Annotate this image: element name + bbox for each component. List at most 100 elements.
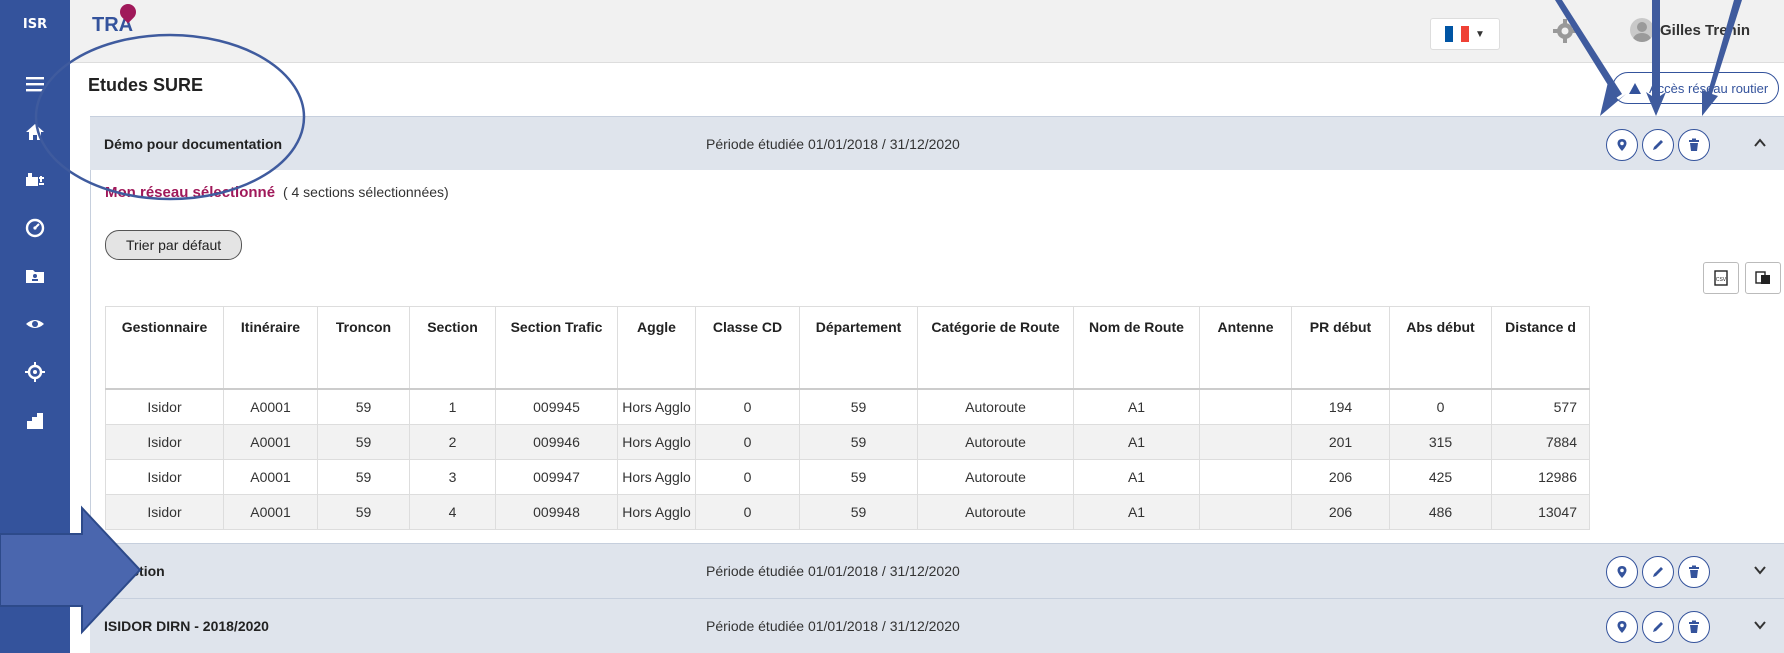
stairs-icon[interactable] [0, 400, 70, 440]
column-header[interactable]: Troncon [317, 306, 410, 390]
user-menu[interactable]: Gilles Trenin [1630, 18, 1750, 42]
caret-down-icon: ▼ [1475, 28, 1485, 40]
column-header[interactable]: Section Trafic [495, 306, 618, 390]
edit-study-button[interactable] [1642, 611, 1674, 643]
table-cell: 0 [695, 459, 800, 495]
pencil-icon [1653, 622, 1663, 632]
export-csv-button[interactable]: CSV [1703, 262, 1739, 294]
column-header[interactable]: Département [799, 306, 918, 390]
table-row[interactable]: Isidor A0001 59 1 009945 Hors Agglo 0 59… [105, 388, 1590, 425]
column-header[interactable]: Antenne [1199, 306, 1292, 390]
table-cell: Hors Agglo [617, 424, 696, 460]
table-row[interactable]: Isidor A0001 59 3 009947 Hors Agglo 0 59… [105, 459, 1590, 495]
chevron-down-icon[interactable] [1752, 562, 1768, 578]
network-icon[interactable] [0, 160, 70, 200]
road-access-button[interactable]: Accès réseau routier [1612, 72, 1780, 104]
gear-icon[interactable] [1552, 18, 1578, 44]
column-header[interactable]: Distance d [1491, 306, 1590, 390]
column-header[interactable]: Abs début [1389, 306, 1492, 390]
delete-study-button[interactable] [1678, 611, 1710, 643]
table-cell: 59 [799, 459, 918, 495]
target-icon[interactable] [0, 352, 70, 392]
sections-table: Gestionnaire Itinéraire Troncon Section … [105, 306, 1590, 530]
warning-icon [1629, 82, 1641, 94]
language-select[interactable]: ▼ [1430, 18, 1500, 50]
study-period: Période étudiée 01/01/2018 / 31/12/2020 [706, 563, 960, 579]
column-header[interactable]: Catégorie de Route [917, 306, 1074, 390]
avatar [1630, 18, 1654, 42]
csv-icon: CSV [1714, 270, 1728, 286]
table-row[interactable]: Isidor A0001 59 2 009946 Hors Agglo 0 59… [105, 424, 1590, 460]
chevron-down-icon[interactable] [1752, 617, 1768, 633]
study-name: sélection [104, 563, 165, 579]
study-name: Démo pour documentation [104, 136, 283, 152]
table-cell: 009947 [495, 459, 618, 495]
study-panel-header[interactable]: ISIDOR DIRN - 2018/2020 Période étudiée … [90, 598, 1784, 653]
table-cell: 3 [409, 459, 496, 495]
edit-study-button[interactable] [1642, 129, 1674, 161]
table-cell: 59 [317, 459, 410, 495]
table-cell: 425 [1389, 459, 1492, 495]
column-header[interactable]: Section [409, 306, 496, 390]
table-cell: 0 [1389, 388, 1492, 425]
table-cell: 0 [695, 388, 800, 425]
edit-study-button[interactable] [1642, 556, 1674, 588]
table-cell: 59 [799, 424, 918, 460]
map-pin-icon [1617, 566, 1627, 578]
map-pin-icon [1617, 139, 1627, 151]
selected-network-summary: Mon réseau sélectionné ( 4 sections séle… [105, 184, 449, 201]
table-cell: A1 [1073, 388, 1200, 425]
table-cell: A1 [1073, 459, 1200, 495]
table-cell: 206 [1291, 459, 1390, 495]
home-icon[interactable] [0, 112, 70, 152]
delete-study-button[interactable] [1678, 129, 1710, 161]
study-panel-body: Mon réseau sélectionné ( 4 sections séle… [90, 170, 1784, 542]
speedometer-icon[interactable] [0, 208, 70, 248]
locate-study-button[interactable] [1606, 611, 1638, 643]
table-cell: 1 [409, 388, 496, 425]
chevron-up-icon[interactable] [1752, 135, 1768, 151]
map-pin-icon [1617, 621, 1627, 633]
table-cell: A1 [1073, 494, 1200, 530]
table-row[interactable]: Isidor A0001 59 4 009948 Hors Agglo 0 59… [105, 494, 1590, 530]
table-cell: 7884 [1491, 424, 1590, 460]
copy-icon [1755, 271, 1770, 284]
table-cell: Isidor [105, 424, 224, 460]
sort-default-button[interactable]: Trier par défaut [105, 230, 243, 260]
table-cell: Hors Agglo [617, 388, 696, 425]
selected-network-count: ( 4 sections sélectionnées) [282, 184, 449, 200]
locate-study-button[interactable] [1606, 129, 1638, 161]
app-logo[interactable]: TRA [92, 0, 140, 37]
eye-icon[interactable] [0, 304, 70, 344]
table-cell [1199, 424, 1292, 460]
sidebar: ISR [0, 0, 70, 653]
column-header[interactable]: Aggle [617, 306, 696, 390]
table-cell: Hors Agglo [617, 459, 696, 495]
study-panel-header[interactable]: sélection Période étudiée 01/01/2018 / 3… [90, 543, 1784, 598]
table-cell: 206 [1291, 494, 1390, 530]
table-cell: 315 [1389, 424, 1492, 460]
table-cell: 577 [1491, 388, 1590, 425]
table-cell: A0001 [223, 494, 318, 530]
column-header[interactable]: Nom de Route [1073, 306, 1200, 390]
table-cell: 486 [1389, 494, 1492, 530]
column-header[interactable]: PR début [1291, 306, 1390, 390]
table-cell: 59 [317, 424, 410, 460]
trash-icon [1689, 138, 1699, 151]
svg-text:CSV: CSV [1716, 277, 1727, 283]
study-period: Période étudiée 01/01/2018 / 31/12/2020 [706, 136, 960, 152]
column-header[interactable]: Itinéraire [223, 306, 318, 390]
table-cell: Autoroute [917, 459, 1074, 495]
delete-study-button[interactable] [1678, 556, 1710, 588]
top-bar: TRA ▼ Gilles Trenin [70, 0, 1784, 63]
menu-icon[interactable] [0, 64, 70, 104]
column-header[interactable]: Classe CD [695, 306, 800, 390]
table-cell [1199, 459, 1292, 495]
column-header[interactable]: Gestionnaire [105, 306, 224, 390]
locate-study-button[interactable] [1606, 556, 1638, 588]
copy-button[interactable] [1745, 262, 1781, 294]
isr-logo: ISR [22, 17, 48, 32]
folder-user-icon[interactable] [0, 256, 70, 296]
table-cell: 12986 [1491, 459, 1590, 495]
study-panel-header[interactable]: Démo pour documentation Période étudiée … [90, 116, 1784, 171]
